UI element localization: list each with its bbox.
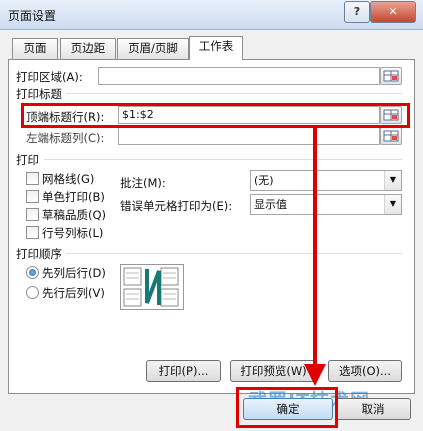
print-button[interactable]: 打印(P)... xyxy=(146,360,221,382)
cancel-button[interactable]: 取消 xyxy=(335,398,411,420)
print-heading: 打印 xyxy=(16,153,39,167)
print-area-picker-button[interactable] xyxy=(380,67,402,85)
draft-label: 草稿品质(Q) xyxy=(42,208,107,222)
headings-checkbox[interactable] xyxy=(26,226,39,239)
highlight-ok-button xyxy=(236,387,338,428)
tab-sheet[interactable]: 工作表 xyxy=(189,36,243,60)
cols-picker-button[interactable] xyxy=(380,127,402,145)
draft-checkbox[interactable] xyxy=(26,208,39,221)
gridlines-label: 网格线(G) xyxy=(42,172,95,186)
down-then-over-radio[interactable] xyxy=(26,266,39,279)
page-order-heading: 打印顺序 xyxy=(16,247,62,261)
mono-label: 单色打印(B) xyxy=(42,190,105,204)
comments-label: 批注(M): xyxy=(120,176,166,190)
page-order-preview xyxy=(120,264,184,310)
chevron-down-icon: ▼ xyxy=(384,195,401,214)
print-titles-heading: 打印标题 xyxy=(16,87,62,101)
tab-header-footer[interactable]: 页眉/页脚 xyxy=(117,38,189,59)
errors-value: 显示值 xyxy=(254,198,287,211)
divider xyxy=(44,159,402,160)
mono-checkbox[interactable] xyxy=(26,190,39,203)
close-button[interactable]: ✕ xyxy=(370,1,416,23)
cols-to-repeat-field[interactable] xyxy=(118,127,380,145)
range-picker-icon xyxy=(383,70,399,82)
comments-value: (无) xyxy=(254,174,274,187)
tab-margins[interactable]: 页边距 xyxy=(60,38,116,59)
options-button[interactable]: 选项(O)... xyxy=(328,360,402,382)
over-then-down-label: 先行后列(V) xyxy=(42,286,105,300)
page-order-diagram xyxy=(123,267,179,307)
cols-to-repeat-label: 左端标题列(C): xyxy=(26,131,105,145)
print-area-field[interactable] xyxy=(98,67,380,85)
range-picker-icon xyxy=(383,130,399,142)
chevron-down-icon: ▼ xyxy=(384,171,401,190)
divider xyxy=(66,93,402,94)
highlight-rows-field xyxy=(21,103,410,128)
errors-label: 错误单元格打印为(E): xyxy=(120,199,233,213)
divider xyxy=(66,253,402,254)
headings-label: 行号列标(L) xyxy=(42,226,104,240)
gridlines-checkbox[interactable] xyxy=(26,172,39,185)
red-arrow-icon xyxy=(304,128,326,386)
window-title: 页面设置 xyxy=(8,9,57,23)
tab-page[interactable]: 页面 xyxy=(12,38,58,59)
down-then-over-label: 先列后行(D) xyxy=(42,266,106,280)
over-then-down-radio[interactable] xyxy=(26,286,39,299)
help-button[interactable]: ? xyxy=(344,1,370,23)
print-area-label: 打印区域(A): xyxy=(16,70,83,84)
